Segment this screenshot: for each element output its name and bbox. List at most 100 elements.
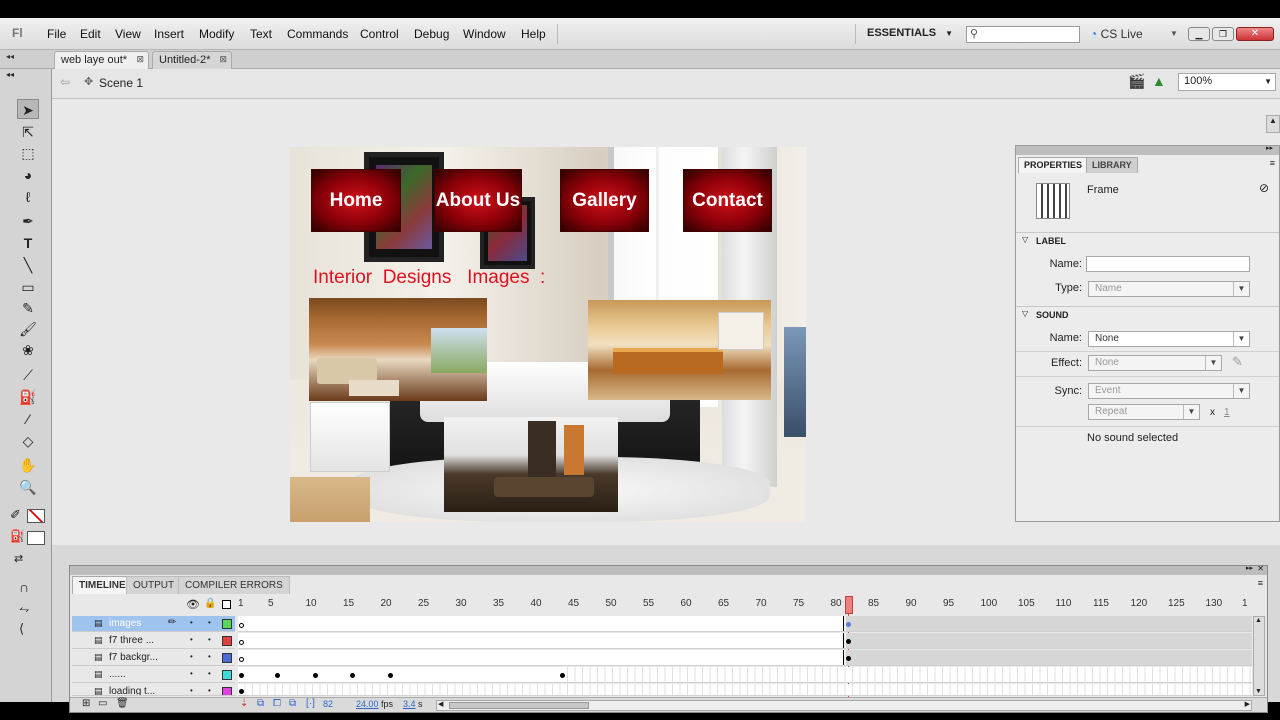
edit-scene-icon[interactable]: 🎬 bbox=[1128, 73, 1145, 90]
layer-color-swatch[interactable] bbox=[222, 653, 232, 663]
workspace-switcher[interactable]: ESSENTIALS ▼ bbox=[867, 27, 953, 39]
brush-tool-icon[interactable]: 🖌 bbox=[17, 319, 39, 339]
visibility-dot-icon[interactable]: • bbox=[190, 686, 193, 695]
new-folder-icon[interactable]: ▭ bbox=[98, 698, 107, 709]
free-transform-tool-icon[interactable]: ⬚ bbox=[17, 143, 39, 163]
blank-keyframe[interactable] bbox=[239, 640, 244, 645]
frame-ruler[interactable]: 1 5 10 15 20 25 30 35 40 45 50 55 60 65 70 75 80 85 90 95 10… bbox=[238, 596, 1252, 614]
tools-collapse-icon[interactable]: ◂◂ bbox=[6, 70, 14, 79]
center-frame-icon[interactable]: ⇣ bbox=[240, 698, 248, 709]
keyframe[interactable] bbox=[846, 656, 851, 661]
layer-f7-three[interactable]: ▤ f7 three ... • • bbox=[72, 633, 235, 649]
swap-colors-icon[interactable]: ⇄ bbox=[14, 552, 23, 565]
eyedropper-tool-icon[interactable]: ⁄ bbox=[17, 409, 39, 429]
menu-debug[interactable]: Debug bbox=[414, 27, 449, 41]
restore-button[interactable]: ❐ bbox=[1212, 27, 1234, 41]
sound-section-header[interactable]: ▽ SOUND bbox=[1016, 306, 1279, 323]
close-button[interactable]: ✕ bbox=[1236, 27, 1274, 41]
current-frame-readout[interactable]: 82 bbox=[323, 699, 333, 709]
tab-output[interactable]: OUTPUT bbox=[126, 576, 182, 594]
panel-menu-icon[interactable]: ≡ bbox=[1270, 158, 1275, 168]
vertical-scrollbar[interactable]: ▲ bbox=[1266, 115, 1280, 133]
scroll-thumb[interactable] bbox=[449, 702, 589, 709]
menu-text[interactable]: Text bbox=[250, 27, 272, 41]
close-icon[interactable]: ✕ bbox=[1257, 564, 1264, 573]
timeline-horizontal-scrollbar[interactable]: ◀ ▶ bbox=[436, 700, 1252, 711]
scroll-down-icon[interactable]: ▼ bbox=[1255, 688, 1262, 695]
close-icon[interactable]: ⊠ bbox=[136, 54, 144, 65]
frame-row-f7-background[interactable] bbox=[238, 650, 1252, 666]
selection-tool-icon[interactable]: ➤ bbox=[17, 99, 39, 119]
tab-compiler-errors[interactable]: COMPILER ERRORS bbox=[178, 576, 290, 594]
blank-keyframe[interactable] bbox=[239, 657, 244, 662]
bone-tool-icon[interactable]: ⟋ bbox=[17, 365, 39, 385]
stage-canvas[interactable]: Home About Us Gallery Contact Interior D… bbox=[290, 147, 806, 522]
fps-readout[interactable]: 24.00 fps bbox=[356, 699, 393, 709]
new-layer-icon[interactable]: ⊞ bbox=[82, 698, 90, 709]
eraser-tool-icon[interactable]: ◇ bbox=[17, 431, 39, 451]
stroke-color-swatch[interactable] bbox=[27, 509, 45, 523]
3d-rotation-tool-icon[interactable]: ◕ bbox=[17, 165, 39, 185]
panel-menu-icon[interactable]: ≡ bbox=[1258, 578, 1263, 588]
nav-button-gallery[interactable]: Gallery bbox=[560, 169, 649, 232]
keyframe[interactable] bbox=[388, 673, 393, 678]
outline-all-icon[interactable] bbox=[222, 600, 231, 609]
collapse-icon[interactable]: ▸▸ bbox=[1246, 564, 1253, 572]
layer-dots[interactable]: ▤ ...... • • bbox=[72, 667, 235, 683]
scroll-right-icon[interactable]: ▶ bbox=[1245, 700, 1250, 708]
sound-name-select[interactable]: None ▼ bbox=[1088, 331, 1250, 347]
close-icon[interactable]: ⊠ bbox=[219, 54, 227, 65]
layer-images[interactable]: ▤ images ✏ • • bbox=[72, 616, 235, 632]
collapse-icon[interactable]: ◂◂ bbox=[6, 52, 14, 61]
keyframe[interactable] bbox=[350, 673, 355, 678]
collapse-icon[interactable]: ▸▸ bbox=[1266, 144, 1273, 152]
snap-magnet-icon[interactable]: ∩ bbox=[19, 579, 29, 595]
frame-row-loading[interactable] bbox=[238, 684, 1252, 696]
deco-tool-icon[interactable]: ❀ bbox=[17, 340, 39, 360]
nav-button-contact[interactable]: Contact bbox=[683, 169, 772, 232]
keyframe[interactable] bbox=[275, 673, 280, 678]
lock-dot-icon[interactable]: • bbox=[208, 635, 211, 644]
visibility-dot-icon[interactable]: • bbox=[190, 669, 193, 678]
keyframe[interactable] bbox=[560, 673, 565, 678]
fill-color-icon[interactable]: ⛽ bbox=[10, 529, 25, 543]
menu-insert[interactable]: Insert bbox=[154, 27, 184, 41]
lock-dot-icon[interactable]: • bbox=[208, 618, 211, 627]
visibility-dot-icon[interactable]: • bbox=[190, 618, 193, 627]
smooth-icon[interactable]: ⥊ bbox=[19, 601, 29, 617]
subselection-tool-icon[interactable]: ⇱ bbox=[17, 122, 39, 142]
nav-button-home[interactable]: Home bbox=[311, 169, 401, 232]
onion-outlines-icon[interactable]: ⧠ bbox=[273, 698, 281, 709]
keyframe[interactable] bbox=[846, 639, 851, 644]
menu-control[interactable]: Control bbox=[360, 27, 399, 41]
edit-sound-pencil-icon[interactable]: ✎ bbox=[1232, 354, 1243, 370]
cs-live-button[interactable]: ◔ CS Live bbox=[1090, 27, 1143, 41]
search-input[interactable]: ⚲ bbox=[966, 26, 1080, 43]
scroll-up-icon[interactable]: ▲ bbox=[1255, 617, 1262, 624]
cs-live-dropdown-icon[interactable]: ▼ bbox=[1170, 29, 1178, 38]
pencil-tool-icon[interactable]: ✎ bbox=[17, 298, 39, 318]
lock-dot-icon[interactable]: • bbox=[208, 652, 211, 661]
show-hide-all-eye-icon[interactable]: 👁 bbox=[186, 598, 200, 611]
back-arrow-icon[interactable]: ⇦ bbox=[60, 75, 70, 89]
time-readout[interactable]: 3.4 s bbox=[403, 699, 423, 709]
repeat-select[interactable]: Repeat ▼ bbox=[1088, 404, 1200, 420]
layer-color-swatch[interactable] bbox=[222, 687, 232, 695]
straighten-icon[interactable]: ⟨ bbox=[19, 621, 24, 637]
hand-tool-icon[interactable]: ✋ bbox=[17, 455, 39, 475]
lock-dot-icon[interactable]: • bbox=[208, 669, 211, 678]
frame-name-input[interactable] bbox=[1086, 256, 1250, 272]
edit-symbols-icon[interactable]: ▲ bbox=[1152, 73, 1166, 89]
frame-row-dots[interactable] bbox=[238, 667, 1252, 683]
menu-modify[interactable]: Modify bbox=[199, 27, 234, 41]
label-section-header[interactable]: ▽ LABEL bbox=[1016, 232, 1279, 249]
rectangle-tool-icon[interactable]: ▭ bbox=[17, 277, 39, 297]
edit-multiple-frames-icon[interactable]: ⧉ bbox=[289, 698, 296, 709]
keyframe[interactable] bbox=[313, 673, 318, 678]
layer-color-swatch[interactable] bbox=[222, 636, 232, 646]
minimize-button[interactable]: ▁ bbox=[1188, 27, 1210, 41]
nav-button-about-us[interactable]: About Us bbox=[434, 169, 522, 232]
onion-skin-icon[interactable]: ⧉ bbox=[257, 698, 264, 709]
modify-markers-icon[interactable]: [·] bbox=[306, 698, 315, 709]
menu-edit[interactable]: Edit bbox=[80, 27, 101, 41]
